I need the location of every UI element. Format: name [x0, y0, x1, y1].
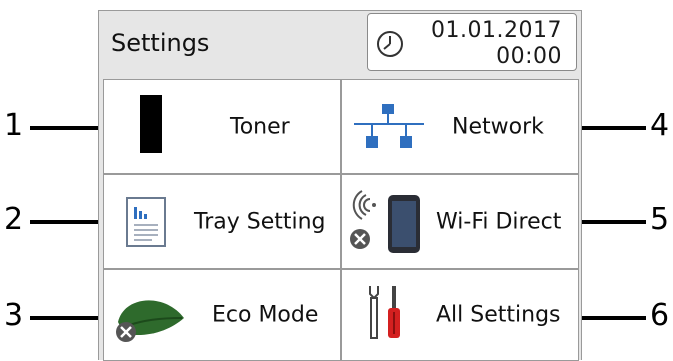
eco-leaf-icon — [114, 292, 186, 348]
callout-number-1: 1 — [4, 108, 24, 143]
callout-number-5: 5 — [650, 202, 670, 237]
tile-toner[interactable]: Toner — [103, 79, 341, 174]
screen-title: Settings — [111, 29, 210, 57]
tile-eco-mode-label: Eco Mode — [212, 302, 319, 328]
tile-wifi-direct-label: Wi-Fi Direct — [436, 209, 562, 234]
wifi-direct-icon — [346, 189, 430, 263]
tile-network[interactable]: Network — [341, 79, 579, 174]
tile-all-settings[interactable]: All Settings — [341, 269, 579, 361]
tile-wifi-direct[interactable]: Wi-Fi Direct — [341, 174, 579, 269]
tile-toner-label: Toner — [230, 114, 290, 139]
network-icon — [354, 104, 424, 154]
tile-all-settings-label: All Settings — [436, 302, 561, 328]
callout-line-5 — [572, 220, 646, 224]
tile-tray-setting[interactable]: Tray Setting — [103, 174, 341, 269]
callout-number-6: 6 — [650, 298, 670, 333]
tile-eco-mode[interactable]: Eco Mode — [103, 269, 341, 361]
callout-number-3: 3 — [4, 298, 24, 333]
settings-screen: Settings 01.01.2017 00:00 Toner Network … — [98, 10, 582, 361]
toner-cartridge-icon — [140, 95, 162, 157]
callout-number-2: 2 — [4, 202, 24, 237]
clock-icon — [376, 30, 404, 62]
callout-line-6 — [572, 316, 646, 320]
callout-line-4 — [572, 126, 646, 130]
callout-number-4: 4 — [650, 108, 670, 143]
tray-setting-icon — [126, 197, 166, 251]
date-value: 01.01.2017 — [431, 18, 562, 43]
tile-tray-setting-label: Tray Setting — [194, 209, 326, 234]
tools-icon — [362, 284, 408, 346]
tile-network-label: Network — [452, 114, 544, 139]
date-time-display[interactable]: 01.01.2017 00:00 — [367, 13, 577, 71]
settings-grid: Toner Network Tray Setting Wi-Fi Direct … — [103, 79, 579, 361]
time-value: 00:00 — [496, 44, 562, 69]
